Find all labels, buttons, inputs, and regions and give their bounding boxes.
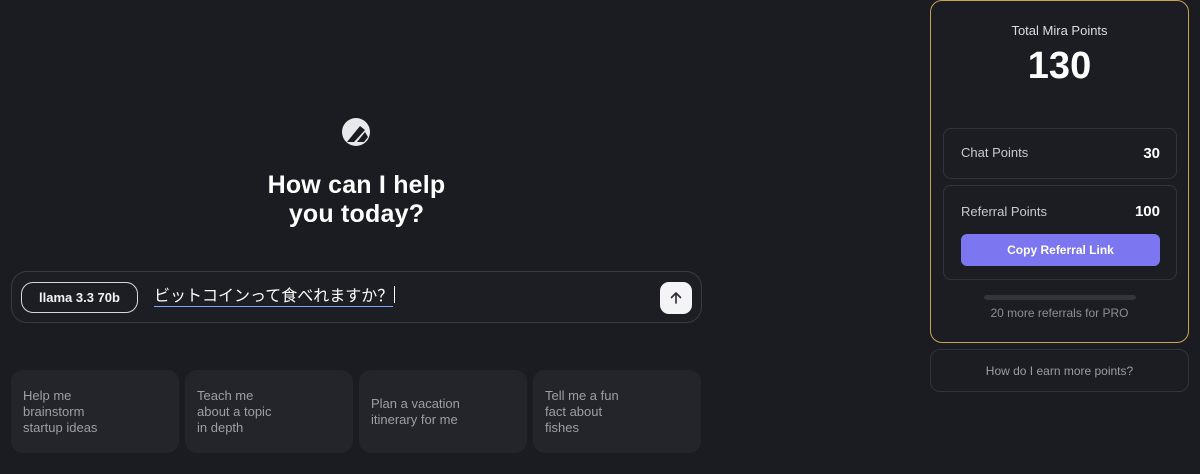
suggestion-label: Plan a vacation itinerary for me [371, 395, 460, 427]
hero-title-line2: you today? [288, 200, 425, 228]
pro-progress-bar [984, 295, 1136, 300]
arrow-up-icon [670, 292, 682, 304]
total-points-label: Total Mira Points [1011, 23, 1108, 38]
earn-more-points-button[interactable]: How do I earn more points? [930, 349, 1189, 392]
suggestion-label: Teach me about a topic in depth [197, 387, 272, 435]
referral-points-value: 100 [1134, 203, 1160, 220]
referral-points-label: Referral Points [961, 204, 1047, 219]
suggestion-card[interactable]: Tell me a fun fact about fishes [533, 370, 701, 453]
pro-progress-note: 20 more referrals for PRO [990, 306, 1129, 320]
chat-points-value: 30 [1143, 145, 1160, 162]
points-card: Total Mira Points 130 Chat Points 30 Ref… [930, 0, 1189, 343]
mira-logo-icon [342, 118, 370, 146]
suggestion-card[interactable]: Teach me about a topic in depth [185, 370, 353, 453]
suggestion-card[interactable]: Help me brainstorm startup ideas [11, 370, 179, 453]
send-button[interactable] [660, 282, 692, 314]
total-points-value: 130 [1027, 45, 1092, 87]
copy-referral-link-button[interactable]: Copy Referral Link [961, 234, 1160, 266]
text-caret [394, 286, 396, 303]
suggestion-card[interactable]: Plan a vacation itinerary for me [359, 370, 527, 453]
model-selector-button[interactable]: llama 3.3 70b [21, 282, 138, 313]
chat-points-label: Chat Points [961, 145, 1029, 160]
prompt-input-text: ビットコインって食べれますか？ [154, 286, 394, 307]
prompt-bar: llama 3.3 70b ビットコインって食べれますか？ [11, 271, 702, 323]
hero-title: How can I help you today? [200, 171, 513, 229]
referral-points-row: Referral Points 100 Copy Referral Link [943, 185, 1177, 280]
chat-points-row: Chat Points 30 [943, 128, 1177, 179]
hero-title-line1: How can I help [267, 171, 446, 199]
suggestion-label: Help me brainstorm startup ideas [23, 387, 98, 435]
prompt-input[interactable]: ビットコインって食べれますか？ [154, 285, 654, 311]
app-root: How can I help you today? llama 3.3 70b … [0, 0, 1200, 474]
suggestion-label: Tell me a fun fact about fishes [545, 387, 619, 435]
